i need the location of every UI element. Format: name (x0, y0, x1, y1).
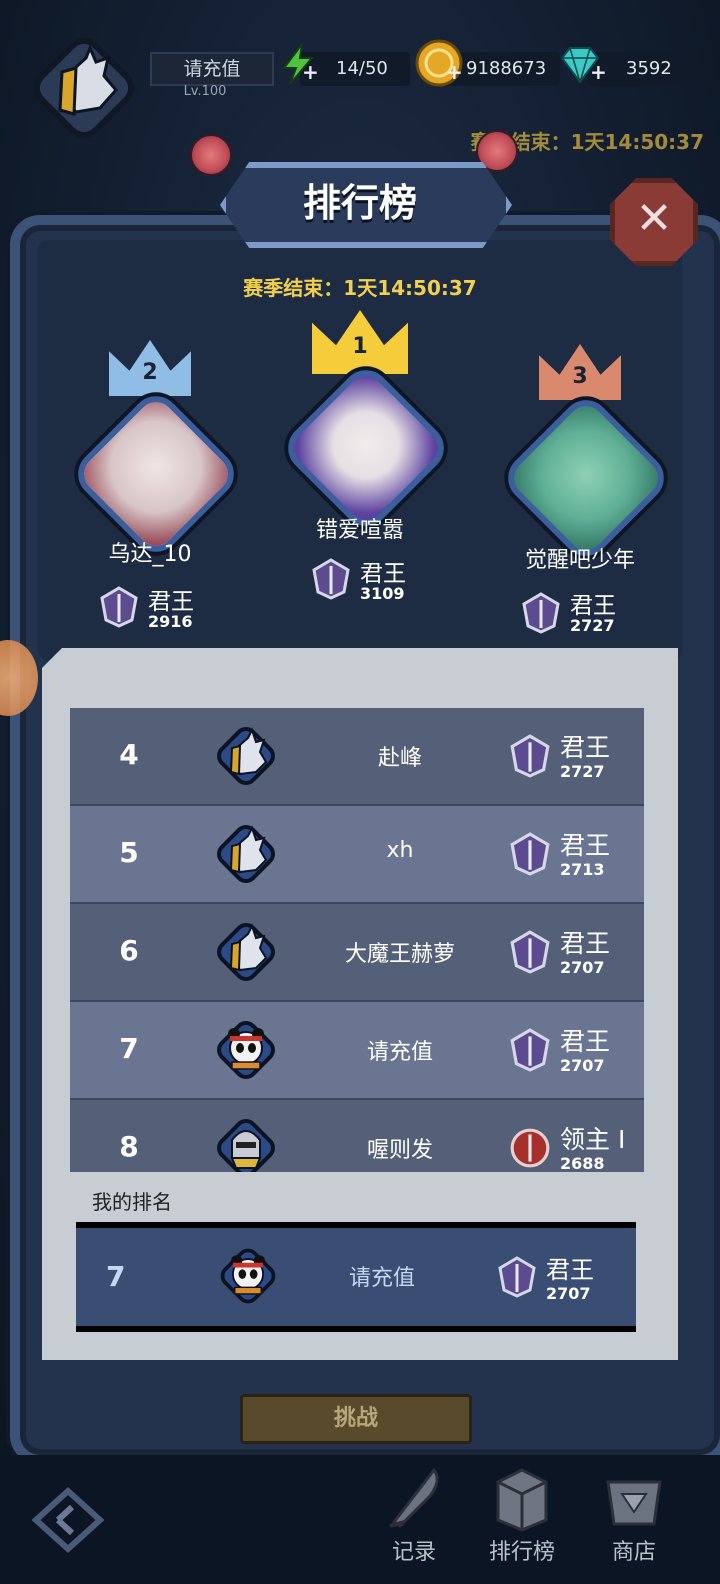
gem-value: 3592 (626, 58, 672, 79)
add-gem-button[interactable]: + (590, 60, 607, 84)
season-timer: 赛季结束：1天14:50:37 (243, 276, 477, 300)
rank-number: 4 (119, 738, 139, 771)
close-button[interactable]: ✕ (610, 178, 698, 266)
crown-icon: 3 (539, 344, 621, 400)
player-name: 请充值 (366, 1040, 433, 1065)
my-rank-score: 2707 (546, 1284, 591, 1303)
my-rank-row[interactable]: 7 请充值 君王 2707 (76, 1222, 636, 1332)
player-name: 大魔王赫萝 (344, 942, 455, 967)
my-rank-number: 7 (106, 1260, 126, 1293)
ranking-list[interactable]: 4 赴峰 君王 2727 5 xh 君王 2713 6 大魔王赫萝 君王 270… (70, 708, 644, 1172)
my-player-name: 请充值 (348, 1266, 415, 1291)
nav-label: 商店 (611, 1540, 656, 1565)
table-row[interactable]: 5 xh 君王 2713 (70, 806, 644, 904)
challenge-button[interactable]: 挑战 (240, 1394, 472, 1444)
back-button[interactable] (28, 1485, 108, 1555)
podium-rank-2[interactable]: 2 乌达_10 君王 2916 (60, 340, 244, 640)
rank-title: 君王 (560, 929, 611, 958)
add-gold-button[interactable]: + (446, 60, 463, 84)
rank-number: 8 (119, 1130, 139, 1163)
rank-title: 君王 (560, 733, 611, 762)
rank-badge-icon (508, 1028, 552, 1072)
rank-badge-icon (508, 832, 552, 876)
podium-rank-number: 3 (572, 364, 588, 389)
podium-score: 2916 (148, 612, 193, 631)
rank-badge-icon (310, 558, 352, 600)
my-rank-title: 君王 (546, 1256, 594, 1284)
rank-score: 2727 (560, 762, 605, 781)
dragon-knight-avatar-icon (210, 818, 282, 890)
panda-avatar-icon (210, 1014, 282, 1086)
crown-icon: 1 (312, 310, 408, 374)
title-plate: 排行榜 (200, 150, 520, 248)
player-level: Lv.100 (183, 84, 227, 99)
top-hud: 请充值 Lv.100 14/50 + 9188673 + 3592 + 赛季结束… (0, 0, 720, 154)
rank-badge-icon (508, 930, 552, 974)
rank-title: 君王 (560, 1027, 611, 1056)
podium-player-name: 错爱喧嚣 (315, 518, 404, 543)
table-row[interactable]: 7 请充值 君王 2707 (70, 1002, 644, 1100)
shop-gem-icon (600, 1462, 668, 1532)
podium-rank-title: 君王 (148, 589, 194, 615)
player-name: 请充值 (150, 52, 274, 86)
quill-icon (380, 1462, 448, 1532)
player-avatar[interactable] (24, 28, 144, 148)
podium-rank-title: 君王 (360, 561, 406, 587)
rank-title: 领主 I (560, 1125, 626, 1154)
rank-badge-icon (508, 734, 552, 778)
nav-record[interactable]: 记录 (364, 1462, 464, 1572)
podium-rank-title: 君王 (570, 593, 616, 619)
trophy-box-icon (488, 1462, 556, 1532)
lord-badge-icon (508, 1126, 552, 1170)
rank-score: 2688 (560, 1154, 605, 1172)
portrait-image (80, 398, 232, 550)
rank-score: 2707 (560, 958, 605, 977)
panda-avatar-icon (214, 1242, 282, 1310)
dragon-knight-avatar-icon (210, 720, 282, 792)
podium-rank-number: 2 (142, 360, 158, 385)
podium-rank-1[interactable]: 1 错爱喧嚣 君王 3109 (270, 310, 454, 610)
rank-badge-icon (520, 592, 562, 634)
player-portrait (498, 390, 674, 566)
crown-icon: 2 (109, 340, 191, 396)
table-row[interactable]: 8 喔则发 领主 I 2688 (70, 1100, 644, 1172)
nav-shop[interactable]: 商店 (584, 1462, 684, 1572)
podium-rank-number: 1 (352, 334, 368, 359)
close-icon: ✕ (635, 193, 673, 244)
table-row[interactable]: 4 赴峰 君王 2727 (70, 708, 644, 806)
table-row[interactable]: 6 大魔王赫萝 君王 2707 (70, 904, 644, 1002)
podium-score: 3109 (360, 584, 405, 603)
rank-score: 2707 (560, 1056, 605, 1075)
podium-score: 2727 (570, 616, 615, 635)
rank-badge-icon (98, 586, 140, 628)
podium-player-name: 觉醒吧少年 (524, 548, 635, 573)
my-rank-label: 我的排名 (92, 1190, 172, 1214)
gold-value: 9188673 (466, 58, 547, 79)
rank-title: 君王 (560, 831, 611, 860)
portrait-image (510, 402, 662, 554)
podium-rank-3[interactable]: 3 觉醒吧少年 君王 2727 (490, 344, 674, 644)
rank-number: 6 (119, 934, 139, 967)
player-name: 赴峰 (377, 746, 422, 771)
rank-number: 7 (119, 1032, 139, 1065)
player-portrait (278, 360, 454, 536)
page-title: 排行榜 (302, 181, 417, 225)
knight-helmet-avatar-icon (210, 1112, 282, 1172)
add-energy-button[interactable]: + (302, 60, 319, 84)
dragon-knight-avatar-icon (210, 916, 282, 988)
rank-number: 5 (119, 836, 139, 869)
rank-score: 2713 (560, 860, 605, 879)
nav-leaderboard[interactable]: 排行榜 (472, 1462, 572, 1572)
player-name: xh (386, 838, 414, 863)
rank-badge-icon (496, 1256, 538, 1298)
portrait-image (290, 372, 442, 524)
nav-label: 排行榜 (488, 1540, 555, 1565)
energy-value: 14/50 (336, 58, 388, 79)
podium-player-name: 乌达_10 (108, 542, 192, 567)
player-name: 喔则发 (366, 1138, 433, 1163)
nav-label: 记录 (391, 1540, 436, 1565)
